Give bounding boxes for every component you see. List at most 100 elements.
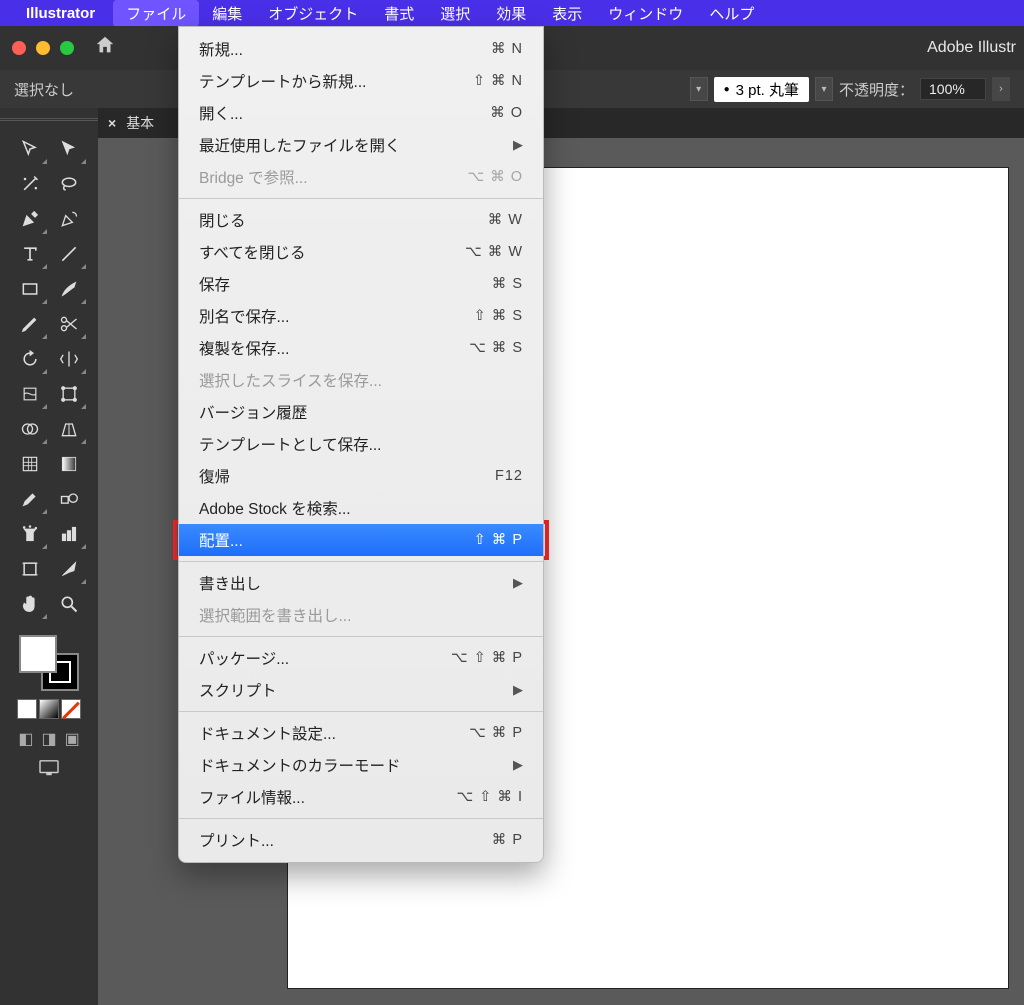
menu-shortcut: ⌥ ⇧ ⌘ P [451,650,523,666]
shape-builder-tool[interactable] [11,412,49,446]
menu-help[interactable]: ヘルプ [696,0,767,27]
menu-item-label: スクリプト [199,679,277,701]
menu-item[interactable]: プリント...⌘ P [179,824,543,856]
reflect-tool[interactable] [50,342,88,376]
symbol-sprayer-tool[interactable] [11,517,49,551]
menu-item[interactable]: テンプレートから新規...⇧ ⌘ N [179,65,543,97]
menu-item[interactable]: 保存⌘ S [179,268,543,300]
menu-file[interactable]: ファイル [113,0,199,27]
menu-item-label: ドキュメントのカラーモード [199,754,401,776]
bullet-icon: ● [724,84,730,95]
menu-select[interactable]: 選択 [427,0,483,27]
zoom-window-button[interactable] [60,41,74,55]
gradient-tool[interactable] [50,447,88,481]
line-tool[interactable] [50,237,88,271]
pen-tool[interactable] [11,202,49,236]
menu-item[interactable]: パッケージ...⌥ ⇧ ⌘ P [179,642,543,674]
menu-item[interactable]: 別名で保存...⇧ ⌘ S [179,300,543,332]
menu-item[interactable]: 最近使用したファイルを開く▶ [179,129,543,161]
pencil-tool[interactable] [11,307,49,341]
color-gradient-icon[interactable] [39,699,59,719]
menu-item[interactable]: 閉じる⌘ W [179,204,543,236]
menu-item[interactable]: 復帰F12 [179,460,543,492]
selection-tool[interactable] [11,132,49,166]
menu-item-label: 最近使用したファイルを開く [199,134,401,156]
color-solid-icon[interactable] [17,699,37,719]
free-transform-tool[interactable] [50,377,88,411]
home-icon[interactable] [94,34,116,62]
menu-item-label: 別名で保存... [199,305,289,327]
draw-behind-icon[interactable]: ◨ [41,729,56,749]
minimize-window-button[interactable] [36,41,50,55]
menu-item: 選択範囲を書き出し... [179,599,543,631]
zoom-tool[interactable] [50,587,88,621]
tab-label: 基本 [126,113,154,133]
rotate-tool[interactable] [11,342,49,376]
mesh-tool[interactable] [11,447,49,481]
window-controls [12,41,74,55]
menu-item-label: ファイル情報... [199,786,305,808]
menu-item[interactable]: 新規...⌘ N [179,33,543,65]
menu-shortcut: F12 [495,468,523,484]
menu-window[interactable]: ウィンドウ [595,0,696,27]
draw-inside-icon[interactable]: ▣ [65,729,80,749]
menu-item-label: 新規... [199,38,243,60]
paintbrush-tool[interactable] [50,272,88,306]
menu-item[interactable]: ドキュメント設定...⌥ ⌘ P [179,717,543,749]
lasso-tool[interactable] [50,167,88,201]
menu-effect[interactable]: 効果 [483,0,539,27]
scissors-tool[interactable] [50,307,88,341]
brush-dropdown-icon[interactable]: ▾ [815,77,833,101]
fill-swatch[interactable] [19,635,57,673]
color-none-icon[interactable] [61,699,81,719]
menu-item[interactable]: 複製を保存...⌥ ⌘ S [179,332,543,364]
type-tool[interactable] [11,237,49,271]
perspective-tool[interactable] [50,412,88,446]
menu-item-label: 選択範囲を書き出し... [199,604,351,626]
eyedropper-tool[interactable] [11,482,49,516]
menu-item[interactable]: すべてを閉じる⌥ ⌘ W [179,236,543,268]
menu-item[interactable]: 開く...⌘ O [179,97,543,129]
menu-shortcut: ⇧ ⌘ P [474,532,523,548]
opacity-input[interactable]: 100% [920,78,986,100]
rectangle-tool[interactable] [11,272,49,306]
magic-wand-tool[interactable] [11,167,49,201]
menu-shortcut: ⇧ ⌘ N [473,73,523,89]
menu-item[interactable]: ドキュメントのカラーモード▶ [179,749,543,781]
slice-tool[interactable] [50,552,88,586]
direct-selection-tool[interactable] [50,132,88,166]
blend-tool[interactable] [50,482,88,516]
close-tab-icon[interactable]: × [108,115,116,131]
menu-item-label: 配置... [199,529,243,551]
menu-view[interactable]: 表示 [539,0,595,27]
menu-item-label: すべてを閉じる [199,241,306,263]
graph-tool[interactable] [50,517,88,551]
fill-stroke-swatches[interactable] [19,635,79,691]
menu-item[interactable]: ファイル情報...⌥ ⇧ ⌘ I [179,781,543,813]
selection-status: 選択なし [14,79,74,100]
tools-grip[interactable] [0,118,98,124]
menu-item[interactable]: Adobe Stock を検索... [179,492,543,524]
curvature-tool[interactable] [50,202,88,236]
menu-edit[interactable]: 編集 [199,0,255,27]
dropdown-icon[interactable]: ▾ [690,77,708,101]
screen-mode-icon[interactable] [38,759,60,782]
menu-type[interactable]: 書式 [371,0,427,27]
menu-object[interactable]: オブジェクト [255,0,371,27]
menu-item-label: プリント... [199,829,274,851]
artboard-tool[interactable] [11,552,49,586]
brush-selector[interactable]: ● 3 pt. 丸筆 [714,77,809,102]
menu-item[interactable]: テンプレートとして保存... [179,428,543,460]
chevron-right-icon[interactable]: › [992,77,1010,101]
app-name[interactable]: Illustrator [26,5,95,22]
menu-item[interactable]: 書き出し▶ [179,567,543,599]
menu-item[interactable]: 配置... ⇧ ⌘ P [179,524,543,556]
menu-item[interactable]: バージョン履歴 [179,396,543,428]
close-window-button[interactable] [12,41,26,55]
warp-tool[interactable] [11,377,49,411]
menu-shortcut: ⌥ ⌘ S [469,340,523,356]
menu-item-label: テンプレートとして保存... [199,433,382,455]
menu-item[interactable]: スクリプト▶ [179,674,543,706]
hand-tool[interactable] [11,587,49,621]
draw-normal-icon[interactable]: ◧ [18,729,33,749]
